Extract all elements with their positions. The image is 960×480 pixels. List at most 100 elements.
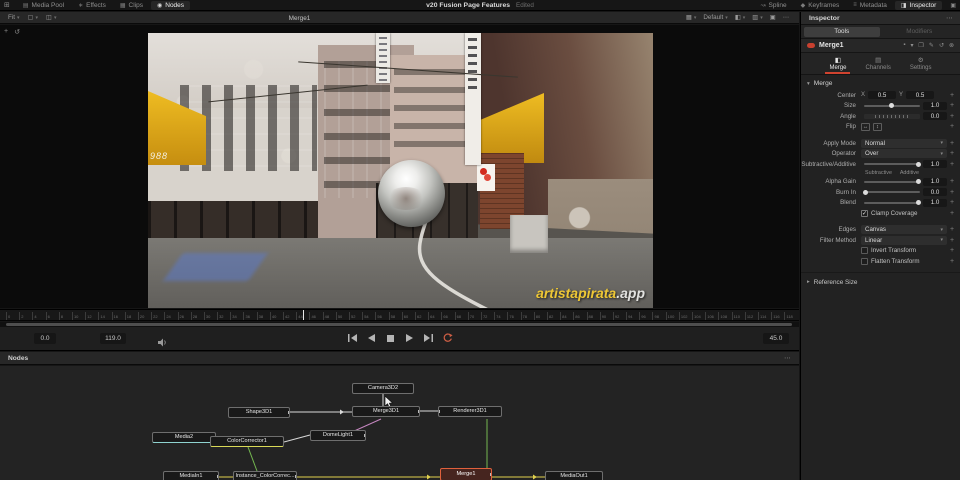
tab-metadata[interactable]: ≡Metadata (847, 1, 893, 10)
center-x-input[interactable]: 0.5 (868, 91, 896, 99)
clamp-coverage-modifier-button[interactable]: + (947, 210, 957, 217)
tab-inspector[interactable]: ◨Inspector (895, 1, 942, 10)
delete-icon[interactable]: ⊗ (949, 42, 954, 49)
node-instance-colorcorrec-[interactable]: Instance_ColorCorrec... (233, 471, 297, 480)
fusion-page-window: ⊞ ▤Media Pool∗Effects▦Clips◉Nodes v20 Fu… (0, 0, 960, 480)
subtractive-additive-modifier-button[interactable]: + (947, 161, 957, 168)
alpha-gain-slider[interactable] (864, 181, 920, 183)
node-colorcorrector1[interactable]: ColorCorrector1 (210, 436, 284, 447)
apply-mode-modifier-button[interactable]: + (947, 140, 957, 147)
angle-thumbwheel[interactable] (864, 114, 920, 119)
timeline-ruler[interactable]: 0246810121416182022242628303234363840424… (0, 309, 799, 321)
stereo-button[interactable]: ▣ (770, 14, 776, 21)
node-media2[interactable]: Media2▸ (152, 432, 216, 443)
tab-keyframes[interactable]: ◆Keyframes (795, 1, 846, 10)
nodes-panel-menu[interactable]: ⋯ (784, 354, 799, 362)
node-enable-toggle[interactable] (807, 43, 815, 48)
alpha-gain-value[interactable]: 1.0 (923, 178, 947, 186)
apply-mode-dropdown[interactable]: Normal▾ (861, 139, 947, 148)
subtab-channels[interactable]: ▤Channels (863, 54, 892, 73)
node-mediain1[interactable]: MediaIn1▸ (163, 471, 219, 480)
center-modifier-button[interactable]: + (947, 92, 957, 99)
clamp-coverage-checkbox[interactable]: ✓ (861, 210, 868, 217)
reference-size-header[interactable]: ▸ Reference Size (801, 272, 960, 292)
reset-icon[interactable]: ↺ (939, 42, 944, 49)
size-modifier-button[interactable]: + (947, 102, 957, 109)
ruler-tick: 18 (125, 312, 131, 321)
node-header[interactable]: Merge1 ▪▾❒✎↺⊗ (801, 39, 960, 53)
burn-in-modifier-button[interactable]: + (947, 189, 957, 196)
pan-tool-icon[interactable]: + (4, 28, 8, 36)
size-value[interactable]: 1.0 (923, 102, 947, 110)
tab-effects[interactable]: ∗Effects (72, 1, 112, 10)
copy-icon[interactable]: ❒ (919, 42, 924, 49)
go-to-end-button[interactable] (422, 332, 434, 344)
play-button[interactable] (403, 332, 415, 344)
versions-icon[interactable]: ▪ (903, 42, 905, 49)
subtab-settings[interactable]: ⚙Settings (908, 54, 934, 73)
option-dropdown[interactable]: ▥▾ (752, 14, 762, 21)
invert-transform-modifier-button[interactable]: + (947, 247, 957, 254)
channel-dropdown[interactable]: ▦▾ (686, 14, 696, 21)
go-to-start-button[interactable] (346, 332, 358, 344)
node-merge1[interactable]: Merge1 (440, 468, 492, 480)
tab-media-pool[interactable]: ▤Media Pool (17, 1, 70, 10)
flip-vertical-button[interactable]: ↕ (873, 123, 882, 131)
inspector-tab-tools[interactable]: Tools (804, 27, 880, 37)
gamut-dropdown[interactable]: Default▾ (703, 14, 727, 21)
playhead[interactable] (303, 310, 304, 321)
node-domelight1[interactable]: DomeLight1 (310, 430, 366, 441)
blend-value[interactable]: 1.0 (923, 199, 947, 207)
operator-modifier-button[interactable]: + (947, 150, 957, 157)
flip-horizontal-button[interactable]: ↔ (861, 123, 870, 131)
invert-transform-checkbox[interactable] (861, 247, 868, 254)
inspector-tab-modifiers[interactable]: Modifiers (882, 27, 958, 37)
viewer-image[interactable]: 988 artistapirata.app (148, 33, 653, 308)
step-back-button[interactable] (365, 332, 377, 344)
tab-clips[interactable]: ▦Clips (114, 1, 149, 10)
edges-dropdown[interactable]: Canvas▾ (861, 225, 947, 234)
chevron-down-icon[interactable]: ▾ (911, 42, 914, 49)
operator-dropdown[interactable]: Over▾ (861, 149, 947, 158)
tab-spline[interactable]: ↝Spline (754, 1, 792, 10)
node-camera3d2[interactable]: Camera3D2▸◂ (352, 383, 414, 394)
current-frame-field[interactable]: 45.0 (763, 333, 789, 344)
filter-method-dropdown[interactable]: Linear▾ (861, 236, 947, 245)
window-switcher-icon[interactable]: ⊞ (0, 1, 14, 9)
subtractive-additive-value[interactable]: 1.0 (923, 160, 947, 168)
node-renderer3d1[interactable]: Renderer3D1◂ (438, 406, 502, 417)
center-y-input[interactable]: 0.5 (906, 91, 934, 99)
lut-dropdown[interactable]: ◧▾ (735, 14, 745, 21)
flatten-transform-modifier-button[interactable]: + (947, 258, 957, 265)
angle-modifier-button[interactable]: + (947, 113, 957, 120)
subtab-merge[interactable]: ◧Merge (827, 54, 848, 73)
scrollbar-handle[interactable] (6, 323, 792, 326)
node-shape3d1[interactable]: Shape3D1 (228, 407, 290, 418)
blend-modifier-button[interactable]: + (947, 199, 957, 206)
filter-method-modifier-button[interactable]: + (947, 237, 957, 244)
node-graph[interactable]: Camera3D2▸◂ Shape3D1 Merge3D1 Renderer3D1◂ M… (0, 366, 799, 480)
subtractive-additive-slider[interactable] (864, 163, 920, 165)
angle-value[interactable]: 0.0 (923, 112, 947, 120)
rotate-tool-icon[interactable]: ↺ (14, 28, 20, 36)
channels-icon: ▤ (875, 56, 881, 64)
tab-nodes[interactable]: ◉Nodes (151, 1, 190, 10)
burn-in-value[interactable]: 0.0 (923, 188, 947, 196)
burn-in-slider[interactable] (864, 191, 920, 193)
flatten-transform-checkbox[interactable] (861, 258, 868, 265)
corner-icon[interactable]: ▣ (946, 2, 960, 9)
stop-button[interactable] (384, 332, 396, 344)
alpha-gain-modifier-button[interactable]: + (947, 178, 957, 185)
viewer-menu-button[interactable]: ⋯ (783, 14, 789, 21)
merge-section-header[interactable]: ▾ Merge (801, 75, 960, 90)
node-mediaout1[interactable]: MediaOut1◂ (545, 471, 603, 480)
blend-slider[interactable] (864, 202, 920, 204)
edges-modifier-button[interactable]: + (947, 226, 957, 233)
pin-icon[interactable]: ✎ (929, 42, 934, 49)
node-merge3d1[interactable]: Merge3D1 (352, 406, 420, 417)
inspector-menu[interactable]: ⋯ (946, 14, 960, 22)
loop-button[interactable] (441, 332, 453, 344)
ruler-tick: 38 (257, 312, 263, 321)
flip-modifier-button[interactable]: + (947, 123, 957, 130)
size-slider[interactable] (864, 105, 920, 107)
